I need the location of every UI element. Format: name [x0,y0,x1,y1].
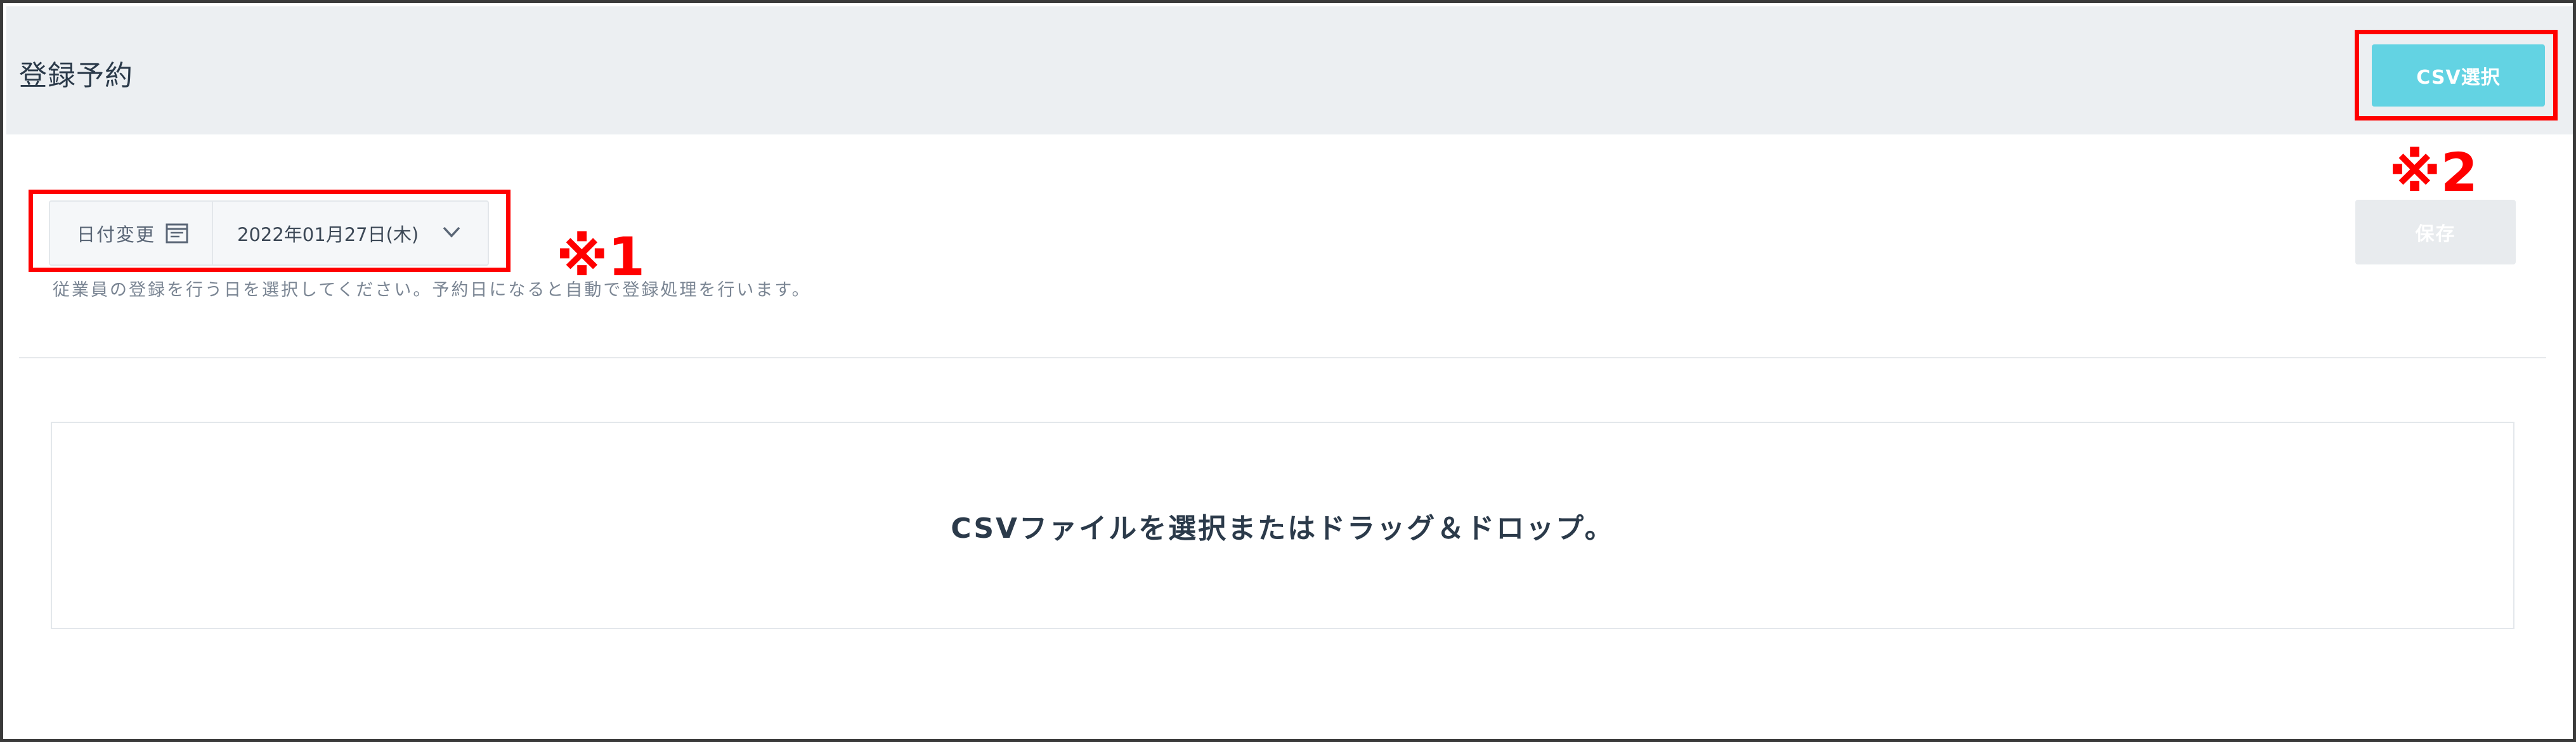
annotation-box-2 [2355,30,2558,120]
page-title: 登録予約 [19,60,133,92]
annotation-box-1 [29,190,511,272]
app-window: 登録予約 CSV選択 日付変更 2022年01月27日(木) 従業員の登録を行う… [0,0,2576,742]
save-button[interactable]: 保存 [2355,200,2516,264]
helper-text: 従業員の登録を行う日を選択してください。予約日になると自動で登録処理を行います。 [53,280,811,300]
page-header: 登録予約 [6,6,2573,134]
csv-dropzone[interactable]: CSVファイルを選択またはドラッグ＆ドロップ。 [51,422,2514,629]
section-divider [19,357,2546,358]
dropzone-text: CSVファイルを選択またはドラッグ＆ドロップ。 [951,512,1615,545]
annotation-label-1: ※1 [556,226,646,288]
annotation-label-2: ※2 [2389,141,2478,204]
